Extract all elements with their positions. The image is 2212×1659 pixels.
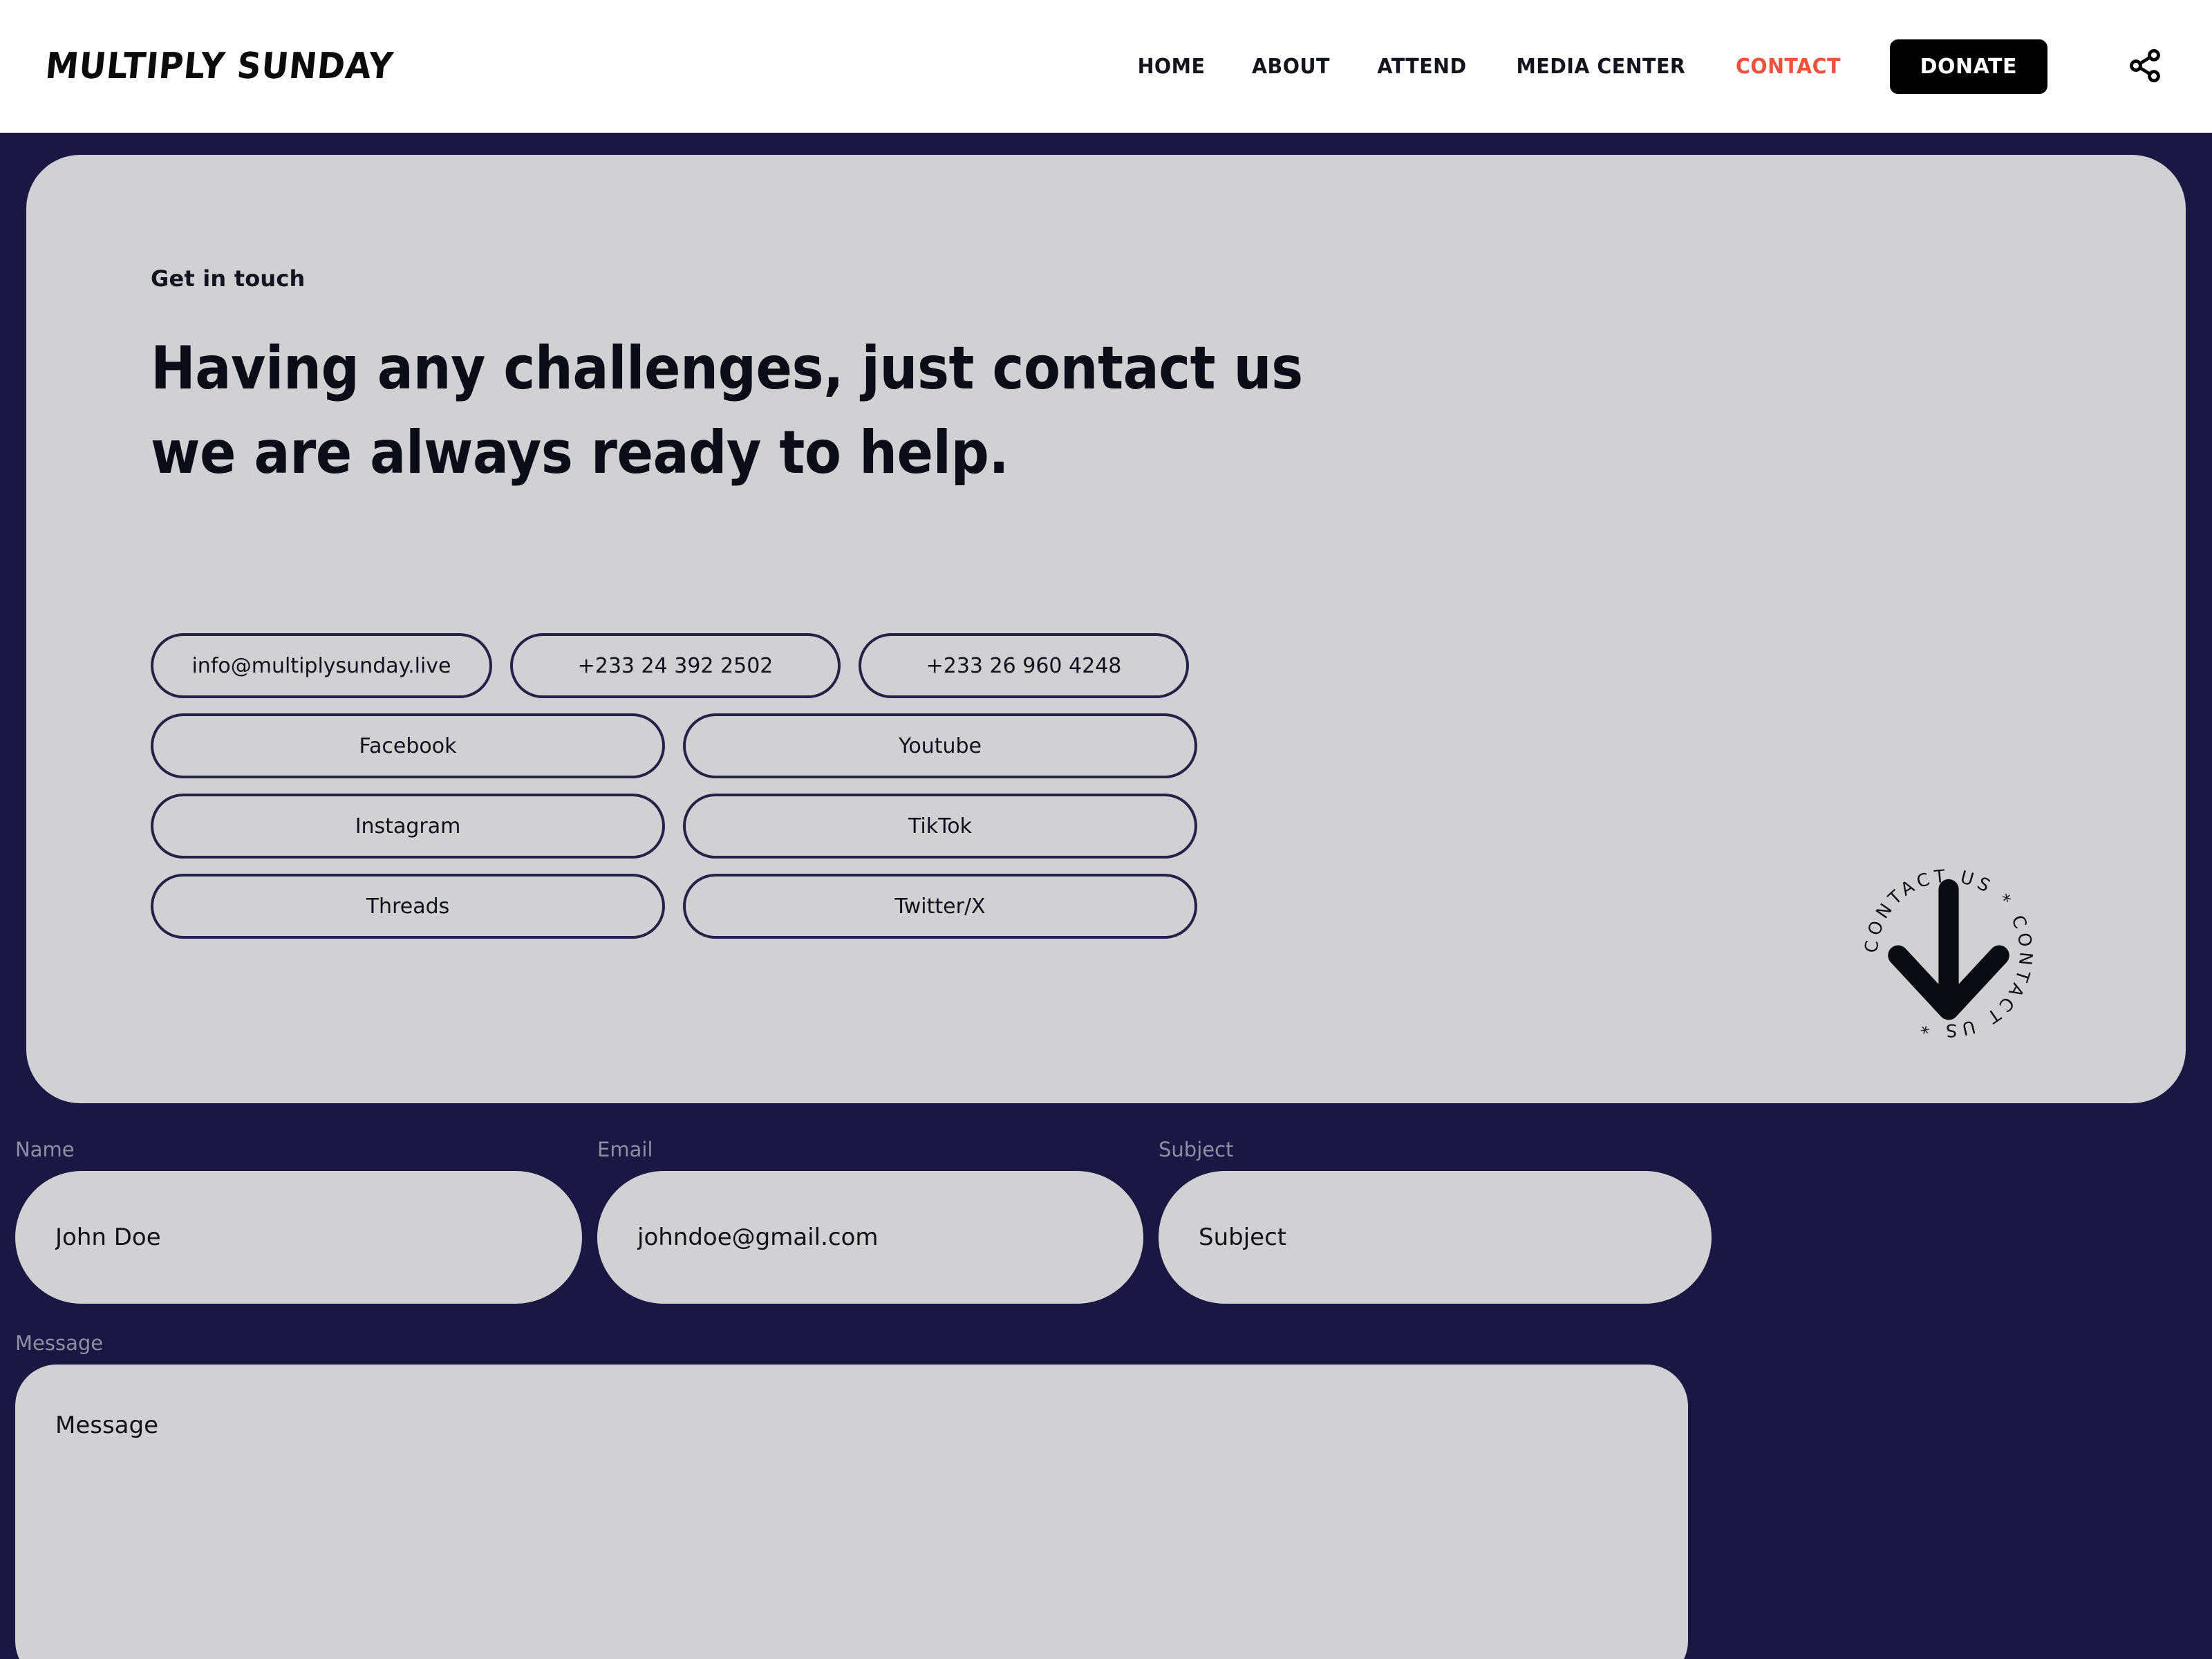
label-message: Message [15, 1331, 104, 1355]
contact-pill-phone-2[interactable]: +233 26 960 4248 [859, 633, 1189, 699]
field-group-name: Name [15, 1138, 582, 1304]
field-group-subject: Subject [1159, 1138, 1712, 1304]
label-subject: Subject [1159, 1138, 1234, 1161]
message-textarea[interactable] [15, 1365, 1688, 1659]
form-top-row: Name Email Subject [0, 1138, 2212, 1304]
contact-us-circular-badge[interactable]: CONTACT US * CONTACT US * [1855, 860, 2042, 1047]
contact-form: Name Email Subject Message Submit [0, 1103, 2212, 1659]
hero-eyebrow: Get in touch [151, 265, 306, 292]
share-icon [2127, 48, 2163, 86]
social-links-grid: Facebook Youtube Instagram TikTok Thread… [151, 713, 1201, 939]
social-pill-instagram[interactable]: Instagram [151, 794, 665, 859]
hero-title-line-1: Having any challenges, just contact us [151, 334, 1303, 403]
subject-input[interactable] [1159, 1171, 1712, 1304]
site-logo[interactable]: MULTIPLY SUNDAY [44, 46, 395, 87]
field-group-email: Email [597, 1138, 1143, 1304]
hero-card: Get in touch Having any challenges, just… [26, 155, 2186, 1103]
arrow-down-icon [1855, 859, 2042, 1049]
contact-pill-phone-1[interactable]: +233 24 392 2502 [510, 633, 841, 699]
share-button[interactable] [2124, 45, 2166, 88]
nav-item-attend[interactable]: ATTEND [1357, 55, 1487, 79]
social-pill-twitter-x[interactable]: Twitter/X [683, 874, 1197, 939]
main-navigation: HOME ABOUT ATTEND MEDIA CENTER CONTACT D… [1114, 39, 2166, 94]
hero-title: Having any challenges, just contact us w… [151, 326, 1464, 495]
social-pill-tiktok[interactable]: TikTok [683, 794, 1197, 859]
hero-title-line-2: we are always ready to help. [151, 418, 1009, 488]
contact-pill-email[interactable]: info@multiplysunday.live [151, 633, 492, 699]
label-email: Email [597, 1138, 653, 1161]
nav-item-media-center[interactable]: MEDIA CENTER [1496, 55, 1706, 79]
field-group-message: Message [15, 1331, 1688, 1659]
site-header: MULTIPLY SUNDAY HOME ABOUT ATTEND MEDIA … [0, 0, 2212, 133]
nav-item-home[interactable]: HOME [1117, 55, 1226, 79]
nav-item-contact[interactable]: CONTACT [1715, 55, 1861, 79]
hero-section: Get in touch Having any challenges, just… [0, 133, 2212, 1103]
contact-pills-group: info@multiplysunday.live +233 24 392 250… [151, 633, 1201, 939]
social-pill-facebook[interactable]: Facebook [151, 713, 665, 779]
donate-button[interactable]: DONATE [1889, 39, 2047, 94]
name-input[interactable] [15, 1171, 582, 1304]
social-pill-threads[interactable]: Threads [151, 874, 665, 939]
label-name: Name [15, 1138, 75, 1161]
social-pill-youtube[interactable]: Youtube [683, 713, 1197, 779]
nav-item-about[interactable]: ABOUT [1232, 55, 1351, 79]
email-input[interactable] [597, 1171, 1143, 1304]
contact-methods-row: info@multiplysunday.live +233 24 392 250… [151, 633, 1201, 699]
